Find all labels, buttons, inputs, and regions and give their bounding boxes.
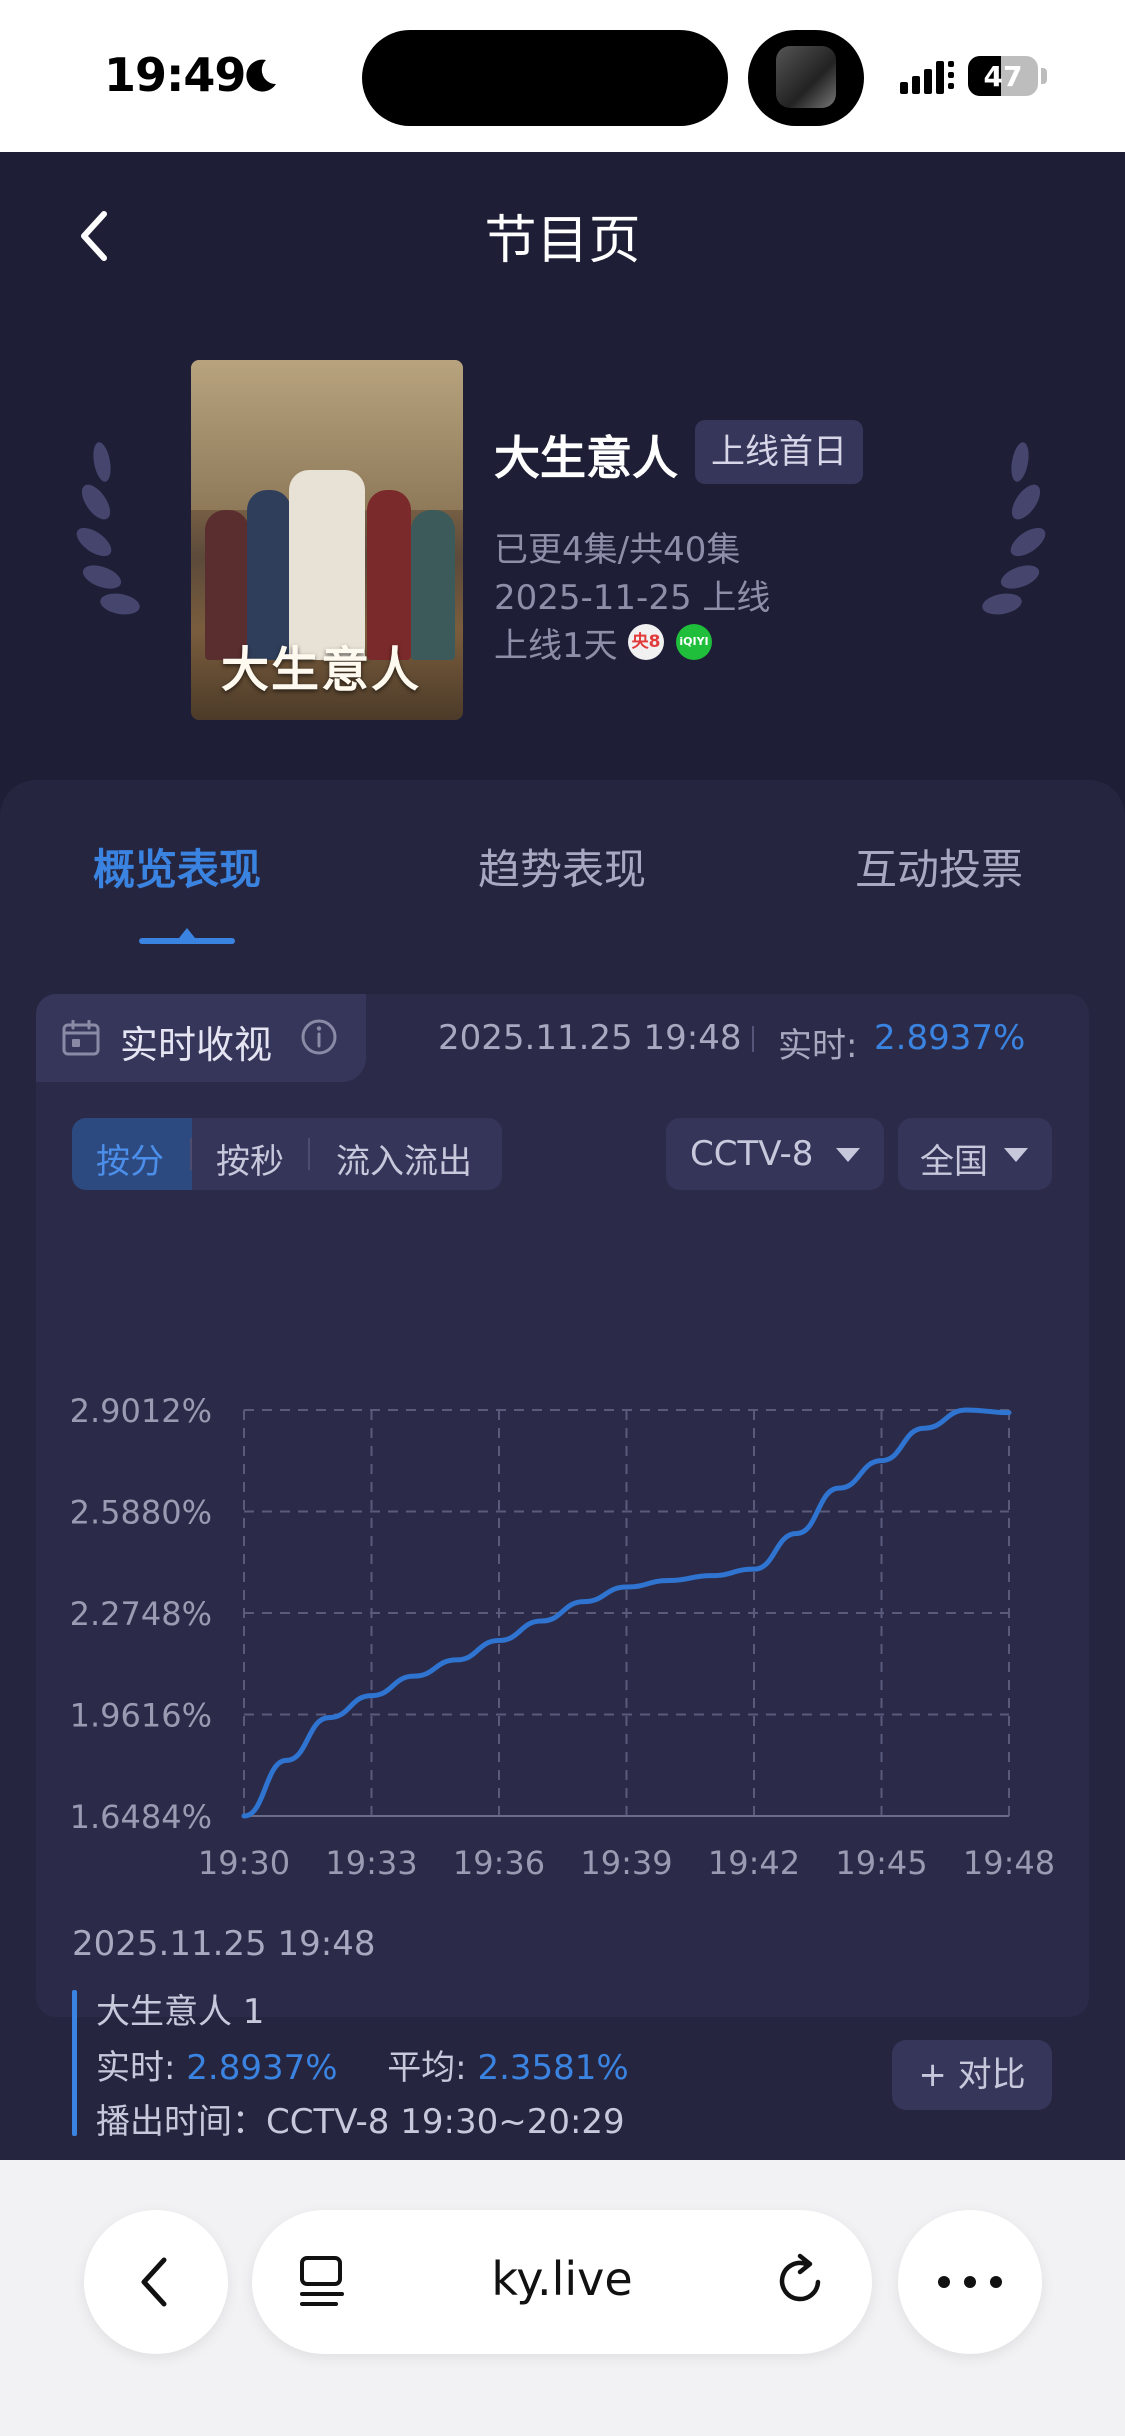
region-select-value: 全国 [920, 1142, 988, 1182]
iqiyi-icon: iQIYI [676, 624, 712, 660]
tab-overview[interactable]: 概览表现 [93, 836, 261, 897]
ratings-line-chart[interactable]: 2.9012% 2.5880% 2.2748% 1.9616% 1.6484% 19:30… [36, 1202, 1089, 1912]
poster-title: 大生意人 [221, 642, 422, 698]
segment-flow[interactable]: 流入流出 [336, 1134, 472, 1183]
series-marker [72, 1990, 77, 2136]
iqiyi-label: iQIYI [679, 635, 709, 648]
divider [308, 1138, 310, 1170]
x-tick-label: 19:45 [835, 1844, 927, 1882]
y-tick-label: 1.9616% [70, 1697, 212, 1735]
x-tick-label: 19:33 [325, 1844, 417, 1882]
tab-trend[interactable]: 趋势表现 [478, 836, 646, 897]
avg-label: 平均: [387, 2048, 467, 2088]
status-badge: 上线首日 [695, 420, 863, 484]
cctv8-label: 央8 [631, 632, 661, 652]
divider [752, 1026, 754, 1052]
battery-nub [1041, 68, 1047, 84]
info-icon[interactable] [300, 1018, 338, 1056]
laurel-right-icon [982, 442, 1046, 615]
cctv8-icon: 央8 [628, 624, 664, 660]
stats-line: 实时: 2.8937% 平均: 2.3581% [96, 2040, 629, 2089]
chevron-down-icon [1004, 1148, 1028, 1162]
x-tick-label: 19:42 [708, 1844, 800, 1882]
chevron-down-icon [836, 1148, 860, 1162]
calendar-tv-icon [62, 1020, 100, 1056]
battery-level: 47 [983, 60, 1023, 93]
tab-voting[interactable]: 互动投票 [855, 836, 1023, 897]
chevron-left-icon [141, 2257, 167, 2307]
more-dots-icon [938, 2276, 1002, 2288]
realtime-label: 实时收视 [120, 1023, 273, 1067]
battery-icon: 47 [968, 56, 1038, 96]
realtime-datetime: 2025.11.25 19:48 [438, 1018, 742, 1058]
moon-icon [246, 59, 276, 92]
x-tick-label: 19:39 [580, 1844, 672, 1882]
y-tick-label: 2.9012% [70, 1392, 212, 1430]
compare-button[interactable]: + 对比 [892, 2040, 1052, 2110]
realtime-live-value: 2.8937% [874, 1018, 1026, 1058]
episode-name: 大生意人 1 [96, 1992, 265, 2032]
x-tick-label: 19:36 [453, 1844, 545, 1882]
page-title: 节目页 [484, 211, 641, 271]
divider [190, 1138, 192, 1170]
status-time: 19:49 [104, 48, 246, 102]
segment-by-second[interactable]: 按秒 [216, 1134, 284, 1183]
release-date: 2025-11-25 上线 [494, 578, 771, 618]
more-button[interactable] [898, 2210, 1042, 2354]
x-tick-label: 19:30 [198, 1844, 290, 1882]
program-page: 节目页 大生意人 大生意人 上线首日 已更4集/共40集 2025-11-25 … [0, 152, 1125, 2160]
tooltip-datetime: 2025.11.25 19:48 [72, 1924, 376, 1964]
dynamic-island [362, 30, 728, 126]
avg-value: 2.3581% [477, 2048, 629, 2088]
reload-icon[interactable] [772, 2252, 828, 2308]
airtime: 播出时间：CCTV-8 19:30~20:29 [96, 2102, 625, 2142]
show-title: 大生意人 [494, 431, 678, 485]
days-online: 上线1天 [494, 626, 618, 666]
tab-indicator [139, 938, 235, 944]
channel-select-value: CCTV-8 [690, 1134, 814, 1174]
live-activity-thumbnail [776, 46, 836, 108]
laurel-left-icon [76, 442, 140, 615]
y-tick-label: 2.2748% [70, 1595, 212, 1633]
show-poster[interactable]: 大生意人 [191, 360, 463, 720]
realtime-live-label: 实时: [778, 1026, 858, 1066]
tab-indicator-tip [179, 928, 195, 938]
status-bar: 19:49 47 [0, 0, 1125, 152]
segment-by-minute[interactable]: 按分 [96, 1134, 164, 1183]
live-label: 实时: [96, 2048, 176, 2088]
browser-back-button[interactable] [84, 2210, 228, 2354]
signal-icon [900, 61, 954, 94]
y-tick-label: 1.6484% [70, 1798, 212, 1836]
live-value: 2.8937% [186, 2048, 338, 2088]
x-tick-label: 19:48 [963, 1844, 1055, 1882]
episode-count: 已更4集/共40集 [494, 530, 741, 570]
y-tick-label: 2.5880% [70, 1494, 212, 1532]
